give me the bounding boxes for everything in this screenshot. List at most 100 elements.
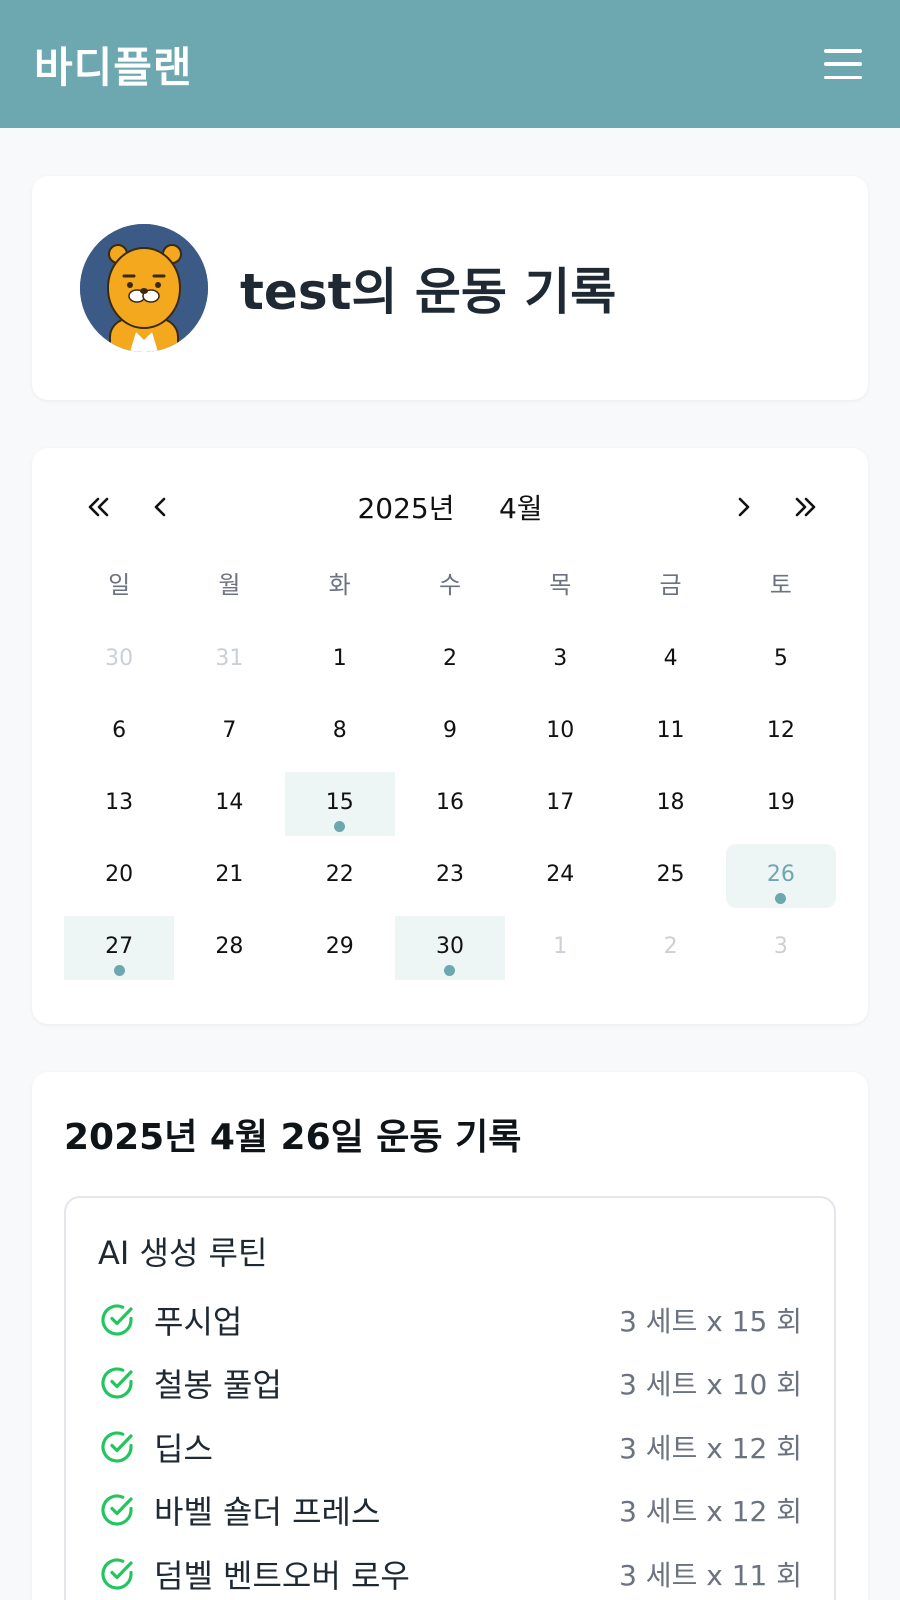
calendar-day[interactable]: 31	[174, 628, 284, 692]
calendar-day-label: 6	[112, 717, 127, 743]
exercise-detail: 3 세트 x 12 회	[619, 1495, 802, 1529]
calendar-day-label: 9	[442, 717, 457, 743]
calendar-day-label: 21	[215, 861, 244, 887]
calendar-day[interactable]: 7	[174, 700, 284, 764]
calendar-day[interactable]: 1	[505, 916, 615, 980]
calendar-day-label: 20	[105, 861, 134, 887]
calendar-day[interactable]: 5	[726, 628, 836, 692]
calendar-day-label: 26	[766, 861, 795, 887]
calendar-day-label: 1	[553, 933, 568, 959]
exercise-name: 철봉 풀업	[154, 1366, 282, 1405]
calendar-days-grid: 30 31 1 2 3 4 5 6 7 8 9 10 11 12 13 14 15 16 17 18 19 20 21 22 2…	[64, 628, 836, 980]
calendar-day-label: 19	[766, 789, 795, 815]
calendar-day-label: 29	[325, 933, 354, 959]
record-dot-icon	[775, 893, 787, 904]
prev-year-icon[interactable]	[74, 482, 124, 532]
record-dot-icon	[334, 821, 346, 832]
calendar-day[interactable]: 12	[726, 700, 836, 764]
calendar-navigation: 2025년 4월	[64, 482, 836, 532]
weekday-label: 목	[549, 570, 572, 599]
calendar-day-label: 25	[656, 861, 685, 887]
check-circle-icon	[101, 1367, 133, 1399]
calendar-day[interactable]: 27	[64, 916, 175, 980]
exercise-name: 바벨 숄더 프레스	[154, 1493, 381, 1532]
calendar-day-label: 18	[656, 789, 685, 815]
check-circle-icon	[101, 1304, 133, 1336]
calendar-day[interactable]: 16	[395, 772, 505, 836]
calendar-day-label: 11	[656, 717, 685, 743]
calendar-day[interactable]: 9	[395, 700, 505, 764]
calendar-day[interactable]: 24	[505, 844, 615, 908]
routine-name: AI 생성 루틴	[98, 1234, 268, 1272]
prev-month-icon[interactable]	[136, 482, 186, 532]
calendar-day-label: 15	[325, 789, 354, 815]
calendar-day[interactable]: 8	[285, 700, 395, 764]
next-month-icon[interactable]	[718, 482, 768, 532]
calendar-day[interactable]: 11	[615, 700, 725, 764]
weekday-header: 일월화수목금토	[64, 558, 836, 606]
calendar-day[interactable]: 25	[615, 844, 725, 908]
page-title: test의 운동 기록	[240, 263, 617, 321]
calendar-day[interactable]: 1	[285, 628, 395, 692]
calendar-day-selected[interactable]: 26	[725, 844, 836, 908]
exercise-row: 철봉 풀업 3 세트 x 10 회	[98, 1352, 802, 1416]
calendar-day-label: 2	[663, 933, 678, 959]
calendar-day-label: 5	[773, 645, 788, 671]
calendar-day-label: 16	[435, 789, 464, 815]
calendar-day[interactable]: 19	[726, 772, 836, 836]
calendar-day[interactable]: 28	[174, 916, 284, 980]
calendar-day-label: 8	[332, 717, 347, 743]
calendar-day-label: 24	[546, 861, 575, 887]
calendar-day[interactable]: 2	[395, 628, 505, 692]
profile-card: test의 운동 기록	[32, 176, 868, 400]
weekday-label: 화	[328, 570, 351, 599]
calendar-day[interactable]: 3	[505, 628, 615, 692]
record-title: 2025년 4월 26일 운동 기록	[64, 1117, 522, 1158]
calendar-day[interactable]: 22	[285, 844, 395, 908]
calendar-day[interactable]: 21	[174, 844, 284, 908]
exercise-row: 바벨 숄더 프레스 3 세트 x 12 회	[98, 1479, 802, 1543]
calendar-day-label: 27	[105, 933, 134, 959]
calendar-day[interactable]: 10	[505, 700, 615, 764]
calendar-day-label: 1	[332, 645, 347, 671]
calendar-day[interactable]: 30	[64, 628, 174, 692]
calendar-day[interactable]: 30	[394, 916, 506, 980]
app-header: 바디플랜	[0, 0, 900, 128]
calendar-day-label: 14	[215, 789, 244, 815]
calendar-day[interactable]: 6	[64, 700, 174, 764]
calendar-day[interactable]: 14	[174, 772, 284, 836]
weekday-label: 토	[769, 570, 792, 599]
calendar-day-label: 2	[442, 645, 457, 671]
calendar-day[interactable]: 15	[284, 772, 395, 836]
weekday-label: 수	[438, 570, 462, 599]
calendar-day[interactable]: 4	[615, 628, 725, 692]
hamburger-menu-icon[interactable]	[824, 49, 862, 79]
calendar-day-label: 30	[435, 933, 464, 959]
calendar-day[interactable]: 20	[64, 844, 174, 908]
calendar-day[interactable]: 3	[726, 916, 836, 980]
calendar-day-label: 7	[222, 717, 237, 743]
exercise-row: 덤벨 벤트오버 로우 3 세트 x 11 회	[98, 1542, 802, 1600]
calendar-day-label: 22	[325, 861, 354, 887]
calendar-day[interactable]: 13	[64, 772, 174, 836]
next-year-icon[interactable]	[780, 482, 830, 532]
calendar-day[interactable]: 23	[395, 844, 505, 908]
exercise-name: 푸시업	[154, 1302, 243, 1341]
exercise-name: 덤벨 벤트오버 로우	[154, 1556, 410, 1595]
exercise-name: 딥스	[154, 1429, 213, 1468]
check-circle-icon	[101, 1431, 133, 1463]
exercise-list: 푸시업 3 세트 x 15 회 철봉 풀업 3 세트 x 10 회 딥스 3 세트 x 1…	[98, 1288, 802, 1600]
record-card: 2025년 4월 26일 운동 기록 AI 생성 루틴 푸시업 3 세트 x 15…	[32, 1072, 868, 1600]
check-circle-icon	[101, 1558, 133, 1590]
calendar-day-label: 23	[435, 861, 464, 887]
calendar-day[interactable]: 2	[615, 916, 725, 980]
month-label[interactable]: 4월	[499, 492, 543, 525]
exercise-row: 딥스 3 세트 x 12 회	[98, 1415, 802, 1479]
calendar-day[interactable]: 29	[285, 916, 395, 980]
calendar: 2025년 4월 일월화수목금토 30 31 1 2 3 4 5 6 7 8 9 10 11 12 13 14…	[32, 448, 868, 1024]
year-label[interactable]: 2025년	[357, 492, 454, 525]
calendar-day-label: 3	[773, 933, 788, 959]
calendar-day[interactable]: 18	[615, 772, 725, 836]
app-logo[interactable]: 바디플랜	[34, 34, 193, 95]
calendar-day[interactable]: 17	[505, 772, 615, 836]
